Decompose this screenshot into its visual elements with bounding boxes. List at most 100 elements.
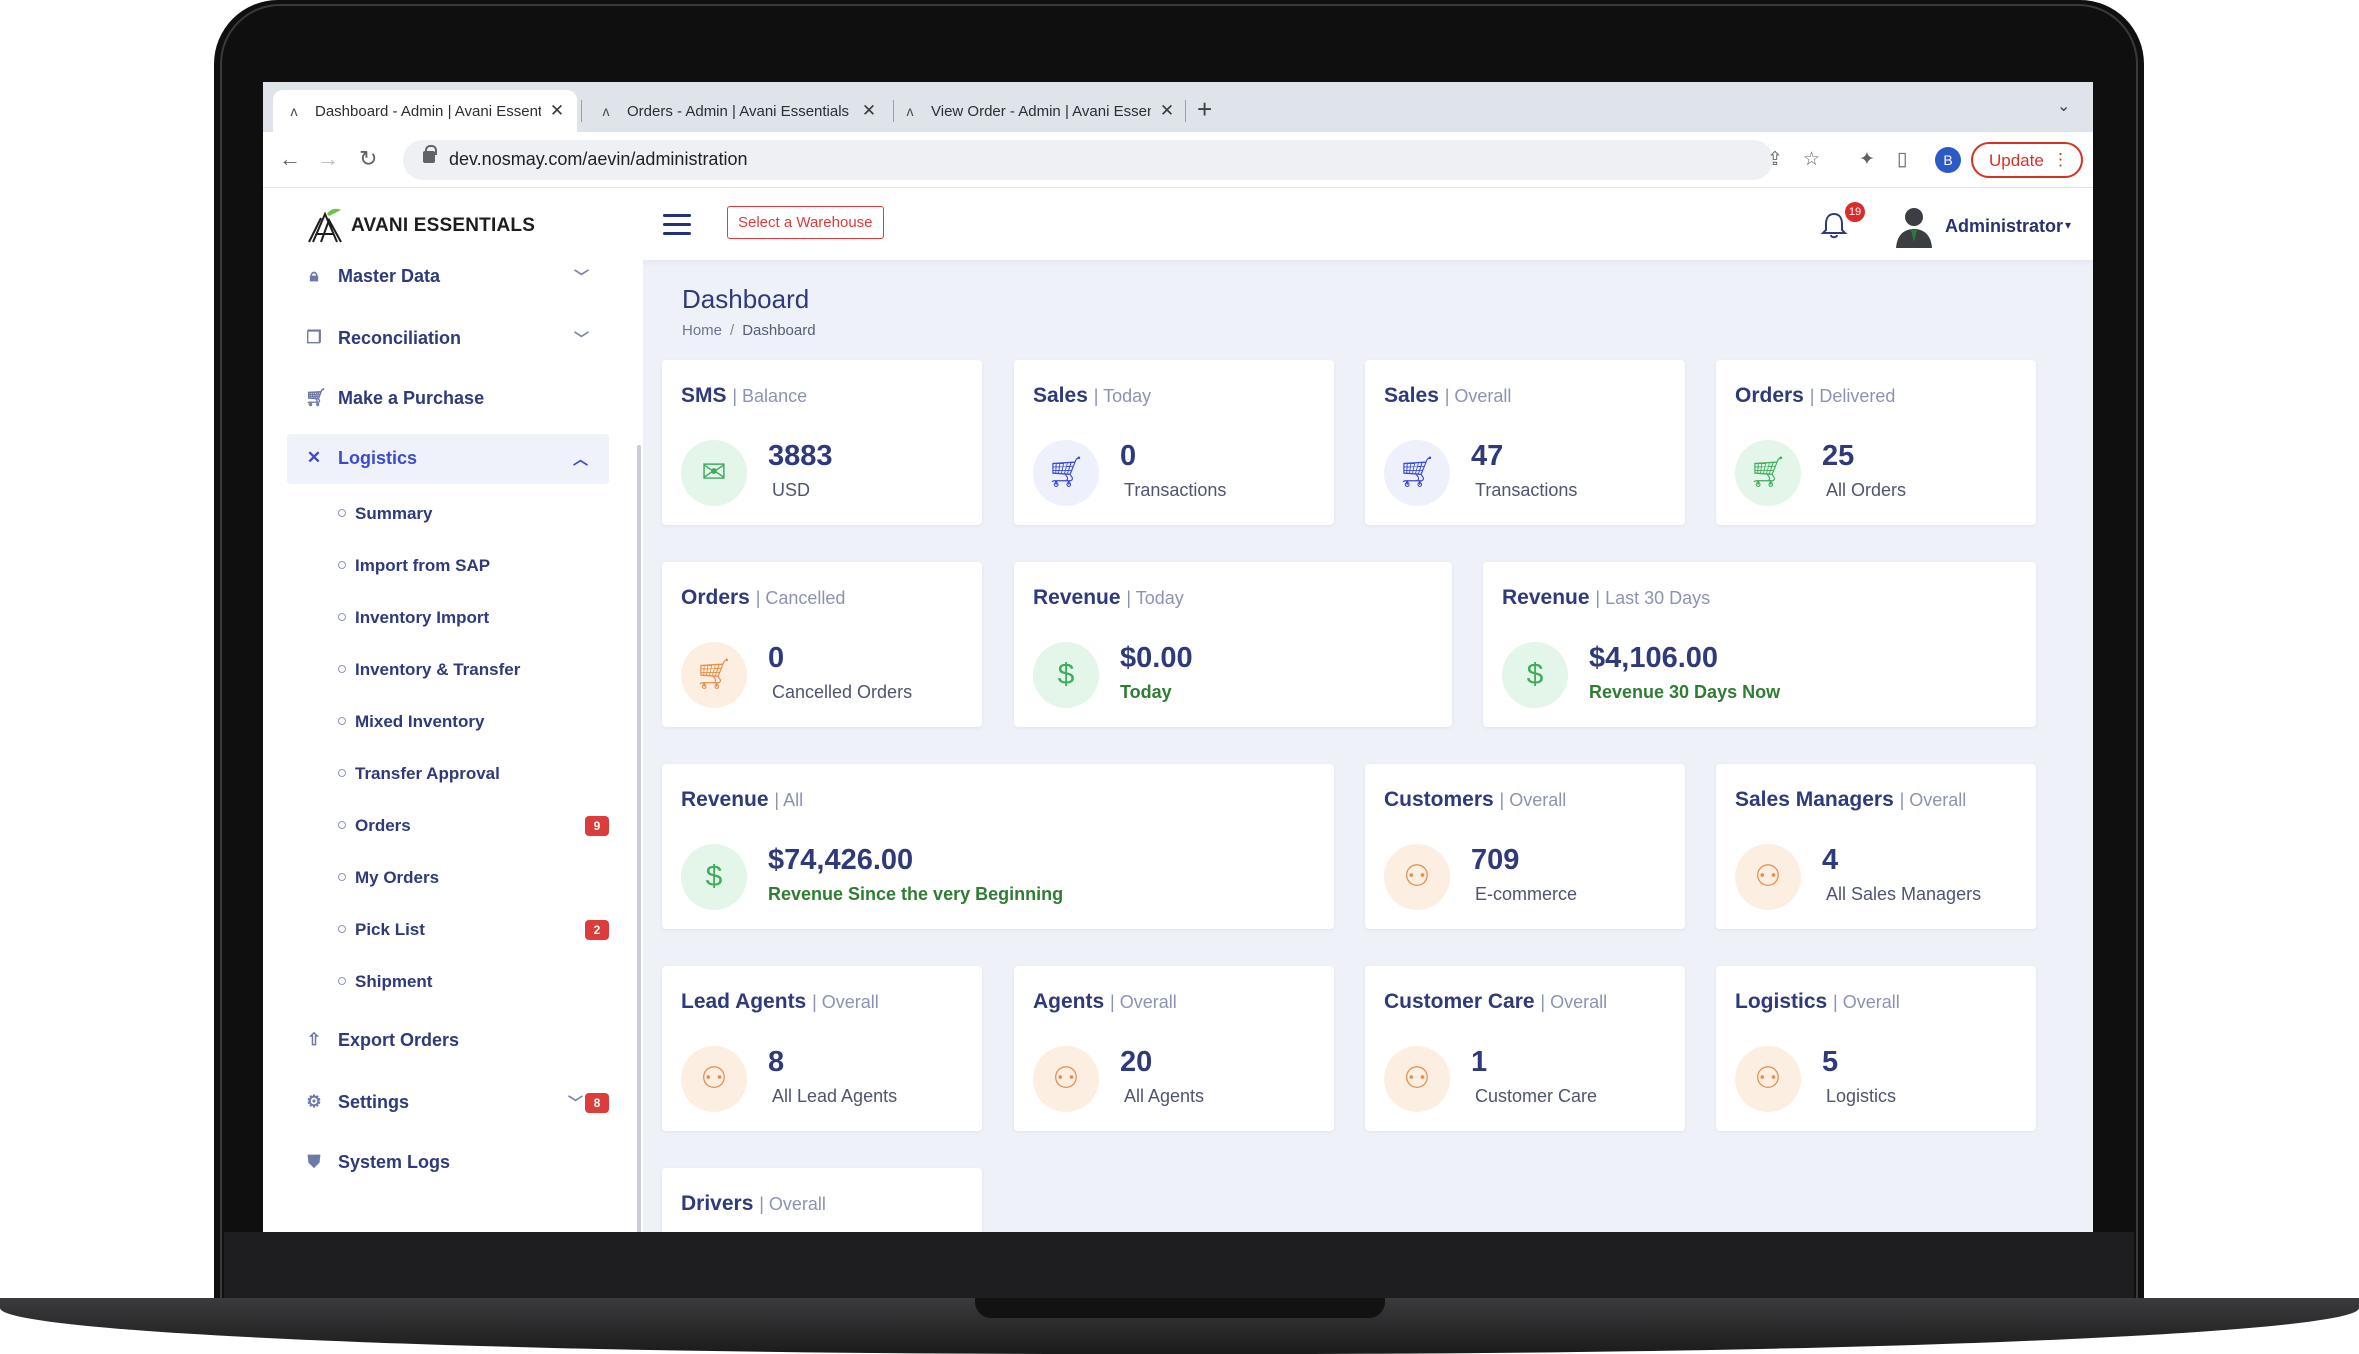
card-value: 0 bbox=[768, 642, 785, 674]
sidebar-subitem-my-orders[interactable]: My Orders bbox=[263, 858, 643, 898]
sidebar-scrollbar[interactable] bbox=[637, 445, 641, 1232]
sidebar-subitem-pick-list[interactable]: Pick List 2 bbox=[263, 910, 643, 950]
reload-icon[interactable]: ↻ bbox=[359, 146, 377, 172]
cart-icon: 🛒︎ bbox=[1033, 440, 1099, 506]
back-arrow-icon[interactable]: ← bbox=[279, 146, 301, 172]
avatar[interactable] bbox=[1891, 202, 1937, 248]
sidebar-subitem-orders[interactable]: Orders 9 bbox=[263, 806, 643, 846]
stat-card-lead-agents[interactable]: Lead Agents | Overall ⚇ 8 All Lead Agent… bbox=[662, 966, 982, 1131]
card-value: $74,426.00 bbox=[768, 844, 914, 876]
stat-card-sms-balance[interactable]: SMS | Balance ✉ 3883 USD bbox=[662, 360, 982, 525]
top-navbar: AVANI ESSENTIALS Select a Warehouse 19 A… bbox=[263, 188, 2093, 260]
card-label: Logistics bbox=[1826, 1086, 1897, 1106]
sidebar-subitem-inventory-import[interactable]: Inventory Import bbox=[263, 598, 643, 638]
bullet-icon bbox=[338, 665, 346, 673]
stat-card-sales-managers[interactable]: Sales Managers | Overall ⚇ 4 All Sales M… bbox=[1716, 764, 2036, 929]
gear-icon: ⚙ bbox=[306, 1092, 322, 1111]
browser-tab-dashboard[interactable]: ᴧ Dashboard - Admin | Avani Essentials ✕ bbox=[273, 90, 577, 132]
card-label: All Agents bbox=[1124, 1086, 1205, 1106]
bullet-icon bbox=[338, 925, 346, 933]
update-button[interactable]: Update ⋮ bbox=[1971, 142, 2083, 178]
stat-card-drivers[interactable]: Drivers | Overall bbox=[662, 1168, 982, 1232]
favicon-icon: ᴧ bbox=[906, 103, 914, 119]
address-bar[interactable]: dev.nosmay.com/aevin/administration bbox=[403, 140, 1773, 180]
tab-search-chevron-icon[interactable]: ⌄ bbox=[2057, 96, 2070, 116]
card-label: Transactions bbox=[1475, 480, 1578, 500]
chevron-down-icon: ﹀ bbox=[568, 1095, 584, 1112]
select-warehouse-button[interactable]: Select a Warehouse bbox=[727, 206, 884, 239]
tools-icon: ✕ bbox=[306, 448, 322, 467]
sidebar-subitem-transfer-approval[interactable]: Transfer Approval bbox=[263, 754, 643, 794]
sidebar-item-reconciliation[interactable]: ❐ Reconciliation ﹀ bbox=[263, 314, 643, 364]
sidebar-item-export-orders[interactable]: ⇧ Export Orders bbox=[263, 1016, 643, 1066]
bullet-icon bbox=[338, 509, 346, 517]
forward-arrow-icon[interactable]: → bbox=[317, 146, 339, 172]
stat-card-orders-cancelled[interactable]: Orders | Cancelled 🛒︎ 0 Cancelled Orders bbox=[662, 562, 982, 727]
stat-card-orders-delivered[interactable]: Orders | Delivered 🛒︎ 25 All Orders bbox=[1716, 360, 2036, 525]
sidebar-item-system-logs[interactable]: ⛊ System Logs bbox=[263, 1138, 643, 1188]
card-label: All Orders bbox=[1826, 480, 1907, 500]
bullet-icon bbox=[338, 821, 346, 829]
card-title: SMS | Balance bbox=[681, 384, 808, 407]
breadcrumb-separator: / bbox=[730, 322, 735, 339]
sidebar-item-settings[interactable]: ⚙ Settings ﹀ 8 bbox=[263, 1078, 643, 1128]
tab-divider bbox=[1185, 100, 1186, 122]
card-value: 1 bbox=[1471, 1046, 1488, 1078]
profile-avatar[interactable]: B bbox=[1935, 147, 1961, 173]
card-title: Sales Managers | Overall bbox=[1735, 788, 1967, 811]
users-icon: ⚇ bbox=[1735, 1046, 1801, 1112]
stat-card-revenue-today[interactable]: Revenue | Today $ $0.00 Today bbox=[1014, 562, 1452, 727]
browser-tab-bar: ᴧ Dashboard - Admin | Avani Essentials ✕… bbox=[263, 82, 2093, 132]
breadcrumb: Home / Dashboard bbox=[682, 322, 816, 339]
stat-card-sales-today[interactable]: Sales | Today 🛒︎ 0 Transactions bbox=[1014, 360, 1334, 525]
sidebar-item-logistics[interactable]: ✕ Logistics ︿ bbox=[287, 434, 609, 484]
card-title: Revenue | Last 30 Days bbox=[1502, 586, 1711, 609]
stat-card-customer-care[interactable]: Customer Care | Overall ⚇ 1 Customer Car… bbox=[1365, 966, 1685, 1131]
sidebar: 🔒︎ Master Data ﹀ ❐ Reconciliation ﹀ 🛒︎ M… bbox=[263, 260, 643, 1232]
card-value: 5 bbox=[1822, 1046, 1839, 1078]
laptop-hinge-notch bbox=[975, 1298, 1385, 1318]
sidebar-subitem-inventory-transfer[interactable]: Inventory & Transfer bbox=[263, 650, 643, 690]
new-tab-icon[interactable]: + bbox=[1197, 94, 1212, 125]
dollar-icon: $ bbox=[1033, 642, 1099, 708]
star-icon[interactable]: ☆ bbox=[1803, 148, 1820, 171]
stat-card-revenue-30-days[interactable]: Revenue | Last 30 Days $ $4,106.00 Reven… bbox=[1483, 562, 2036, 727]
browser-tab-orders[interactable]: ᴧ Orders - Admin | Avani Essentials ✕ bbox=[585, 90, 889, 132]
side-panel-icon[interactable]: ▯ bbox=[1897, 148, 1907, 171]
stat-card-agents[interactable]: Agents | Overall ⚇ 20 All Agents bbox=[1014, 966, 1334, 1131]
sidebar-subitem-mixed-inventory[interactable]: Mixed Inventory bbox=[263, 702, 643, 742]
card-value: 20 bbox=[1120, 1046, 1153, 1078]
browser-tab-view-order[interactable]: ᴧ View Order - Admin | Avani Essentials … bbox=[889, 90, 1187, 132]
sidebar-item-master-data[interactable]: 🔒︎ Master Data ﹀ bbox=[263, 260, 643, 302]
count-badge: 2 bbox=[585, 920, 609, 940]
close-tab-icon[interactable]: ✕ bbox=[1159, 101, 1175, 121]
caret-down-icon[interactable]: ▾ bbox=[2065, 218, 2071, 232]
stat-card-sales-overall[interactable]: Sales | Overall 🛒︎ 47 Transactions bbox=[1365, 360, 1685, 525]
cart-icon: 🛒︎ bbox=[681, 642, 747, 708]
card-label: All Sales Managers bbox=[1826, 884, 1982, 904]
sidebar-subitem-import-from-sap[interactable]: Import from SAP bbox=[263, 546, 643, 586]
lock-icon: 🔒︎ bbox=[309, 266, 319, 285]
bullet-icon bbox=[338, 977, 346, 985]
card-title: Orders | Delivered bbox=[1735, 384, 1896, 407]
card-value: 8 bbox=[768, 1046, 785, 1078]
breadcrumb-home-link[interactable]: Home bbox=[682, 322, 722, 339]
sidebar-subitem-shipment[interactable]: Shipment bbox=[263, 962, 643, 1002]
users-icon: ⚇ bbox=[681, 1046, 747, 1112]
stat-card-revenue-all[interactable]: Revenue | All $ $74,426.00 Revenue Since… bbox=[662, 764, 1334, 929]
close-tab-icon[interactable]: ✕ bbox=[861, 101, 877, 121]
stat-card-logistics[interactable]: Logistics | Overall ⚇ 5 Logistics bbox=[1716, 966, 2036, 1131]
card-title: Revenue | All bbox=[681, 788, 804, 811]
sidebar-item-make-a-purchase[interactable]: 🛒︎ Make a Purchase bbox=[263, 374, 643, 424]
hamburger-menu-icon[interactable] bbox=[663, 214, 691, 236]
share-icon[interactable]: ⇪ bbox=[1767, 148, 1783, 171]
shield-icon: ⛊ bbox=[307, 1152, 321, 1171]
close-tab-icon[interactable]: ✕ bbox=[549, 101, 565, 121]
stat-card-customers[interactable]: Customers | Overall ⚇ 709 E-commerce bbox=[1365, 764, 1685, 929]
chevron-down-icon: ﹀ bbox=[574, 269, 590, 286]
brand-logo[interactable]: AVANI ESSENTIALS bbox=[307, 206, 535, 246]
sidebar-subitem-summary[interactable]: Summary bbox=[263, 494, 643, 534]
extensions-icon[interactable]: ✦ bbox=[1859, 148, 1875, 171]
user-name[interactable]: Administrator bbox=[1945, 216, 2063, 237]
card-value: 0 bbox=[1120, 440, 1137, 472]
